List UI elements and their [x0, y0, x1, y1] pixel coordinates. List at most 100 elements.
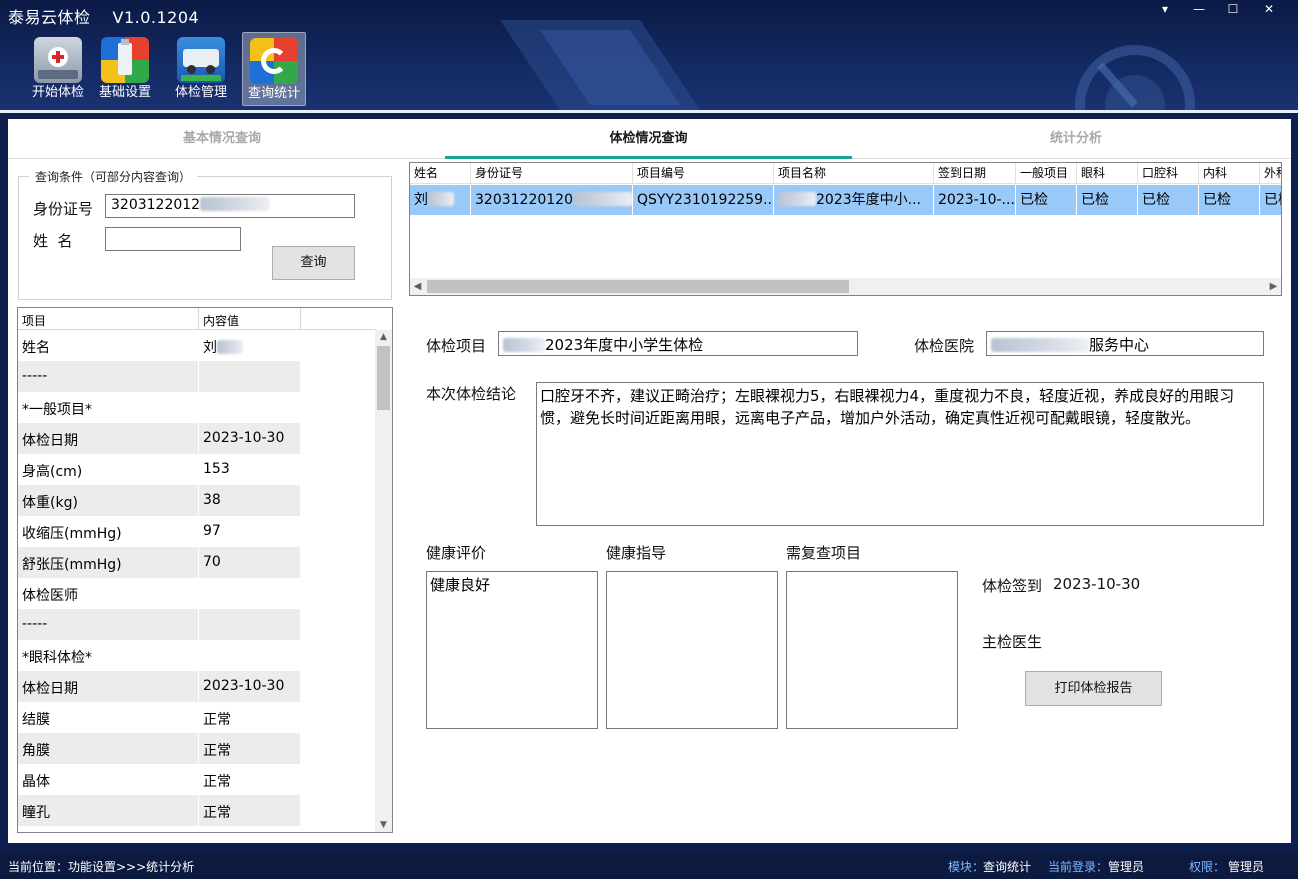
- header-project-name: 项目名称: [774, 163, 934, 184]
- recheck-items-label: 需复查项目: [786, 544, 862, 562]
- signin-value: 2023-10-30: [1053, 575, 1141, 593]
- conclusion-label: 本次体检结论: [426, 385, 517, 403]
- location-value: 功能设置>>>统计分析: [68, 860, 195, 874]
- medical-kit-icon: [34, 37, 82, 83]
- chief-doctor-label: 主检医生: [982, 633, 1043, 651]
- refresh-stats-icon: [250, 38, 298, 84]
- scroll-left-icon[interactable]: ◀: [410, 278, 425, 295]
- table-row[interactable]: 晶体 正常: [18, 764, 300, 795]
- ribbon-query-stats-button[interactable]: 查询统计: [242, 32, 306, 106]
- header-ophthalmology: 眼科: [1077, 163, 1138, 184]
- name-input[interactable]: [105, 227, 241, 251]
- health-evaluation-label: 健康评价: [426, 544, 487, 562]
- table-row[interactable]: -----: [18, 609, 300, 640]
- header-general: 一般项目: [1016, 163, 1077, 184]
- table-row[interactable]: 瞳孔 正常: [18, 795, 300, 826]
- cell-item: 身高(cm): [22, 464, 83, 480]
- login-value: 管理员: [1108, 860, 1145, 874]
- header-project-code: 项目编号: [633, 163, 774, 184]
- cell-item: *眼科体检*: [22, 650, 92, 666]
- scrollbar-thumb[interactable]: [427, 280, 849, 293]
- cell-project-code: QSYY2310192259...: [633, 185, 774, 215]
- login-label: 当前登录：: [1048, 860, 1109, 874]
- cell-dental: 已检: [1138, 185, 1199, 215]
- table-row[interactable]: 体检日期 2023-10-30: [18, 671, 300, 702]
- scroll-right-icon[interactable]: ▶: [1266, 278, 1281, 295]
- detail-grid-header: 项目 内容值: [18, 308, 376, 330]
- table-row[interactable]: 体重(kg) 38: [18, 485, 300, 516]
- cell-item: 收缩压(mmHg): [22, 526, 122, 542]
- scroll-down-icon[interactable]: ▼: [375, 818, 392, 832]
- module-value: 查询统计: [983, 860, 1032, 874]
- ribbon-label: 基础设置: [98, 85, 151, 100]
- table-row[interactable]: -----: [18, 361, 300, 392]
- redacted-mask: [200, 197, 271, 211]
- scrollbar-thumb[interactable]: [377, 346, 390, 410]
- ribbon-label: 开始体检: [31, 85, 84, 100]
- detail-grid-vertical-scrollbar[interactable]: ▲ ▼: [375, 330, 392, 832]
- table-row[interactable]: 姓名 刘: [18, 330, 300, 361]
- id-number-input[interactable]: 3203122012: [105, 194, 355, 218]
- ribbon-label: 查询统计: [247, 86, 300, 101]
- table-row[interactable]: 角膜 正常: [18, 733, 300, 764]
- header-signin-date: 签到日期: [934, 163, 1016, 184]
- exam-grid-horizontal-scrollbar[interactable]: ◀ ▶: [410, 278, 1281, 295]
- table-row[interactable]: 收缩压(mmHg) 97: [18, 516, 300, 547]
- tab-basic-query[interactable]: 基本情况查询: [8, 119, 436, 159]
- detail-item-grid: 项目 内容值 姓名 刘 ----- *一般项目* 体检日期 2023-10-30 身…: [17, 307, 393, 833]
- maximize-button[interactable]: ☐: [1216, 0, 1250, 20]
- recheck-items-textarea[interactable]: [786, 571, 958, 729]
- scroll-up-icon[interactable]: ▲: [375, 330, 392, 344]
- name-label: 姓 名: [33, 232, 73, 250]
- menu-dropdown-icon[interactable]: ▾: [1148, 0, 1182, 20]
- cell-item: 晶体: [22, 774, 50, 790]
- tab-exam-query[interactable]: 体检情况查询: [445, 119, 852, 159]
- ribbon-divider: [0, 110, 1298, 113]
- exam-record-grid: 姓名 身份证号 项目编号 项目名称 签到日期 一般项目 眼科 口腔科 内科 外科…: [409, 162, 1282, 296]
- signin-label: 体检签到: [982, 577, 1043, 595]
- cell-id-number: 32031220120: [471, 185, 633, 215]
- cell-project-name: 2023年度中小...: [774, 185, 934, 215]
- cell-name: 刘: [410, 185, 471, 215]
- header-internal: 内科: [1199, 163, 1260, 184]
- cell-value: 70: [203, 554, 221, 570]
- health-guidance-label: 健康指导: [606, 544, 667, 562]
- cell-item: 结膜: [22, 712, 50, 728]
- title-ribbon-bar: 泰易云体检 V1.0.1204 ▾ — ☐ ✕ 开始体检 基础设置 体检管理 查…: [0, 0, 1298, 112]
- cell-item: 体重(kg): [22, 495, 78, 511]
- print-report-button[interactable]: 打印体检报告: [1025, 671, 1162, 706]
- ribbon-base-settings-button[interactable]: 基础设置: [93, 32, 157, 106]
- tab-statistics[interactable]: 统计分析: [861, 119, 1291, 159]
- table-row[interactable]: *一般项目*: [18, 392, 300, 423]
- minimize-button[interactable]: —: [1182, 0, 1216, 20]
- cell-value: 正常: [203, 805, 231, 821]
- table-row[interactable]: 身高(cm) 153: [18, 454, 300, 485]
- usb-settings-icon: [101, 37, 149, 83]
- table-row[interactable]: 刘 32031220120 QSYY2310192259... 2023年度中小…: [410, 185, 1281, 215]
- exam-grid-header: 姓名 身份证号 项目编号 项目名称 签到日期 一般项目 眼科 口腔科 内科 外科: [410, 163, 1281, 184]
- header-value: 内容值: [203, 314, 240, 328]
- conclusion-textarea[interactable]: 口腔牙不齐，建议正畸治疗；左眼裸视力5，右眼裸视力4，重度视力不良，轻度近视，养…: [536, 382, 1264, 526]
- hospital-field[interactable]: 服务中心: [986, 331, 1264, 356]
- project-field[interactable]: 2023年度中小学生体检: [498, 331, 858, 356]
- status-bar: 当前位置： 功能设置>>>统计分析 模块： 查询统计 当前登录： 管理员 权限：…: [0, 852, 1298, 879]
- redacted-mask: [778, 192, 816, 206]
- table-row[interactable]: *眼科体检*: [18, 640, 300, 671]
- health-guidance-textarea[interactable]: [606, 571, 778, 729]
- table-row[interactable]: 体检医师: [18, 578, 300, 609]
- table-row[interactable]: 结膜 正常: [18, 702, 300, 733]
- search-button[interactable]: 查询: [272, 246, 355, 280]
- cell-internal: 已检: [1199, 185, 1260, 215]
- table-row[interactable]: 舒张压(mmHg) 70: [18, 547, 300, 578]
- redacted-mask: [428, 192, 454, 206]
- permission-value: 管理员: [1228, 860, 1265, 874]
- app-name: 泰易云体检: [8, 8, 91, 27]
- cell-value: 97: [203, 523, 221, 539]
- ribbon-start-exam-button[interactable]: 开始体检: [26, 32, 90, 106]
- close-button[interactable]: ✕: [1252, 0, 1286, 20]
- ribbon-exam-management-button[interactable]: 体检管理: [169, 32, 233, 106]
- cell-item: 舒张压(mmHg): [22, 557, 122, 573]
- background-decoration: [500, 20, 1195, 112]
- health-evaluation-textarea[interactable]: 健康良好: [426, 571, 598, 729]
- table-row[interactable]: 体检日期 2023-10-30: [18, 423, 300, 454]
